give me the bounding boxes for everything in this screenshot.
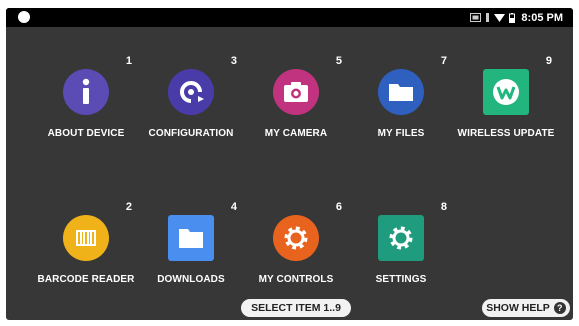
status-bar: 8:05 PM (6, 8, 573, 27)
tile-number: 9 (545, 55, 552, 67)
tile-label: DOWNLOADS (157, 274, 225, 285)
gear-icon (273, 215, 319, 261)
folder-icon (168, 215, 214, 261)
tile-label: MY CONTROLS (258, 274, 334, 285)
launcher-screen: 8:05 PM 1 ABOUT DEVICE 3 CONFIGURATION 5… (6, 8, 573, 320)
tile-settings[interactable]: 8 SETTINGS (343, 180, 459, 300)
tile-label: WIRELESS UPDATE (457, 128, 555, 139)
show-help-button[interactable]: SHOW HELP ? (482, 299, 570, 317)
tile-label: MY CAMERA (264, 128, 328, 139)
gear-icon (378, 215, 424, 261)
notification-dot-icon (18, 11, 30, 23)
sync-icon (168, 69, 214, 115)
tile-number: 6 (335, 201, 342, 213)
status-time: 8:05 PM (521, 11, 563, 24)
tile-barcode-reader[interactable]: 2 BARCODE READER (28, 180, 144, 300)
status-icons (470, 12, 516, 23)
tile-my-files[interactable]: 7 MY FILES (343, 34, 459, 154)
tile-label: MY FILES (377, 128, 425, 139)
status-right: 8:05 PM (470, 8, 563, 27)
tile-configuration[interactable]: 3 CONFIGURATION (133, 34, 249, 154)
battery-icon (509, 12, 516, 23)
tile-about-device[interactable]: 1 ABOUT DEVICE (28, 34, 144, 154)
screenshot-icon (470, 13, 482, 22)
tile-number: 7 (440, 55, 447, 67)
vibrate-icon (486, 13, 490, 22)
wifi-icon (494, 14, 506, 22)
tile-number: 4 (230, 201, 237, 213)
tile-label: BARCODE READER (37, 274, 135, 285)
select-item-button[interactable]: SELECT ITEM 1..9 (241, 299, 351, 317)
tile-my-controls[interactable]: 6 MY CONTROLS (238, 180, 354, 300)
tile-label: CONFIGURATION (148, 128, 234, 139)
camera-icon (273, 69, 319, 115)
tile-my-camera[interactable]: 5 MY CAMERA (238, 34, 354, 154)
barcode-icon (63, 215, 109, 261)
tile-label: ABOUT DEVICE (47, 128, 125, 139)
help-icon: ? (553, 302, 566, 314)
folder-icon (378, 69, 424, 115)
tile-downloads[interactable]: 4 DOWNLOADS (133, 180, 249, 300)
wireless-update-icon (483, 69, 529, 115)
tile-number: 2 (125, 201, 132, 213)
tile-number: 1 (125, 55, 132, 67)
tile-number: 3 (230, 55, 237, 67)
tile-number: 5 (335, 55, 342, 67)
tile-number: 8 (440, 201, 447, 213)
show-help-label: SHOW HELP (486, 302, 550, 314)
tile-wireless-update[interactable]: 9 WIRELESS UPDATE (448, 34, 564, 154)
tile-label: SETTINGS (375, 274, 427, 285)
info-icon (63, 69, 109, 115)
